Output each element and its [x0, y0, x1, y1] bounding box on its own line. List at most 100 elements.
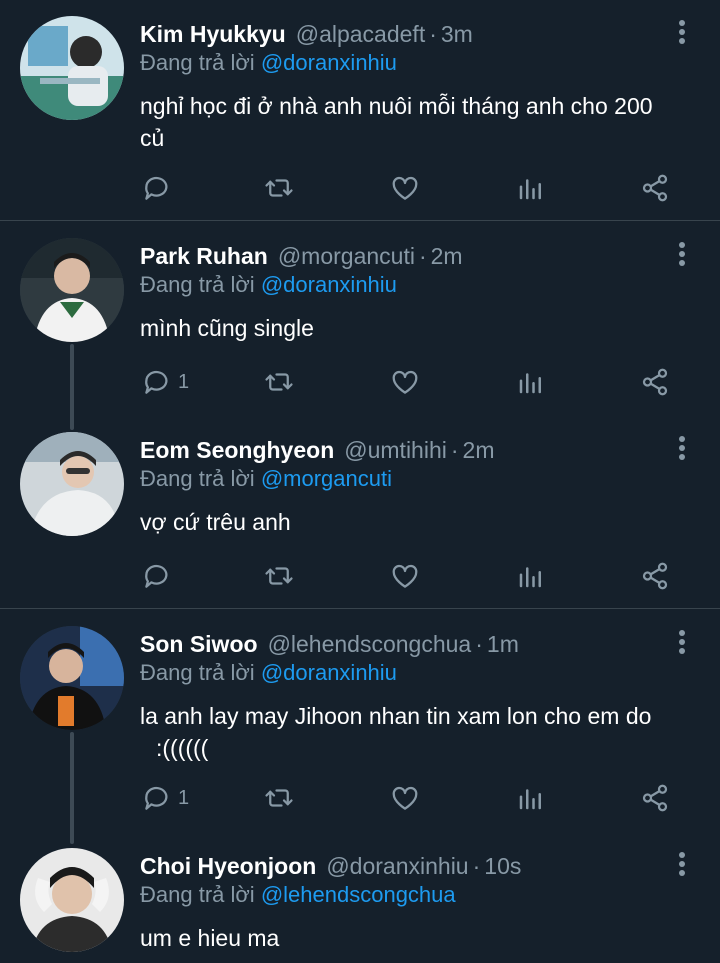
- timestamp[interactable]: 10s: [484, 853, 521, 880]
- avatar[interactable]: [20, 432, 124, 536]
- like-button[interactable]: [390, 362, 420, 402]
- share-button[interactable]: [640, 168, 670, 208]
- reply-icon: [142, 783, 172, 813]
- divider: [0, 608, 720, 609]
- tweet-3[interactable]: Eom Seonghyeon @umtihihi · 2m Đang trả l…: [0, 432, 720, 608]
- separator-dot: ·: [418, 242, 427, 269]
- author-name[interactable]: Choi Hyeonjoon: [140, 853, 316, 880]
- timestamp[interactable]: 2m: [463, 437, 495, 464]
- retweet-icon: [264, 561, 294, 591]
- tweet-2[interactable]: Park Ruhan @morgancuti · 2m Đang trả lời…: [0, 238, 720, 398]
- author-handle[interactable]: @doranxinhiu: [326, 853, 468, 880]
- separator-dot: ·: [475, 630, 483, 657]
- tweet-5[interactable]: Choi Hyeonjoon @doranxinhiu · 10s Đang t…: [0, 848, 720, 963]
- mention-link[interactable]: @doranxinhiu: [261, 272, 397, 297]
- tweet-text: mình cũng single: [140, 312, 690, 344]
- like-button[interactable]: [390, 168, 420, 208]
- more-vertical-icon[interactable]: [674, 852, 690, 880]
- avatar[interactable]: [20, 626, 124, 730]
- like-button[interactable]: [390, 778, 420, 818]
- more-vertical-icon[interactable]: [674, 242, 690, 270]
- tweet-1[interactable]: Kim Hyukkyu @alpacadeft · 3m Đang trả lờ…: [0, 16, 720, 220]
- author-handle[interactable]: @morgancuti: [278, 243, 415, 270]
- replying-to: Đang trả lời @doranxinhiu: [140, 272, 397, 298]
- author-name[interactable]: Eom Seonghyeon: [140, 437, 334, 464]
- separator-dot: ·: [450, 436, 459, 463]
- author-handle[interactable]: @umtihihi: [344, 437, 447, 464]
- reply-count: 1: [178, 786, 190, 809]
- retweet-button[interactable]: [264, 168, 294, 208]
- reply-count: 1: [178, 370, 190, 393]
- replying-prefix: Đang trả lời: [140, 660, 255, 685]
- replying-prefix: Đang trả lời: [140, 882, 255, 907]
- reply-icon: [142, 367, 172, 397]
- heart-icon: [390, 173, 420, 203]
- more-vertical-icon[interactable]: [674, 630, 690, 658]
- tweet-4[interactable]: Son Siwoo @lehendscongchua · 1m Đang trả…: [0, 626, 720, 826]
- author-handle[interactable]: @alpacadeft: [296, 21, 426, 48]
- more-vertical-icon[interactable]: [674, 436, 690, 464]
- share-icon: [640, 561, 670, 591]
- heart-icon: [390, 561, 420, 591]
- heart-icon: [390, 367, 420, 397]
- reply-button[interactable]: [142, 168, 172, 208]
- tweet-text-line: vợ cứ trêu anh: [140, 509, 291, 535]
- action-bar: [0, 556, 720, 596]
- stats-icon: [516, 783, 546, 813]
- avatar[interactable]: [20, 16, 124, 120]
- replying-to: Đang trả lời @doranxinhiu: [140, 50, 397, 76]
- tweet-text-line: mình cũng single: [140, 315, 314, 341]
- mention-link[interactable]: @doranxinhiu: [261, 50, 397, 75]
- tweet-text-line: nghỉ học đi ở nhà anh nuôi mỗi tháng anh…: [140, 93, 653, 119]
- heart-icon: [390, 783, 420, 813]
- retweet-icon: [264, 783, 294, 813]
- author-name[interactable]: Park Ruhan: [140, 243, 268, 270]
- separator-dot: ·: [472, 852, 481, 879]
- replying-to: Đang trả lời @doranxinhiu: [140, 660, 397, 686]
- replying-prefix: Đang trả lời: [140, 466, 255, 491]
- stats-button[interactable]: [516, 168, 546, 208]
- replying-to: Đang trả lời @lehendscongchua: [140, 882, 456, 908]
- reply-button[interactable]: 1: [142, 778, 189, 818]
- timestamp[interactable]: 3m: [441, 21, 473, 48]
- like-button[interactable]: [390, 556, 420, 596]
- reply-button[interactable]: 1: [142, 362, 189, 402]
- author-name[interactable]: Son Siwoo: [140, 631, 258, 658]
- share-button[interactable]: [640, 778, 670, 818]
- reply-button[interactable]: [142, 556, 172, 596]
- stats-icon: [516, 561, 546, 591]
- action-bar: 1: [0, 778, 720, 818]
- reply-icon: [142, 173, 172, 203]
- timestamp[interactable]: 1m: [487, 631, 519, 658]
- stats-icon: [516, 173, 546, 203]
- tweet-text-line: um e hieu ma: [140, 925, 280, 951]
- replying-prefix: Đang trả lời: [140, 272, 255, 297]
- avatar[interactable]: [20, 238, 124, 342]
- stats-button[interactable]: [516, 778, 546, 818]
- reply-icon: [142, 561, 172, 591]
- mention-link[interactable]: @morgancuti: [261, 466, 392, 491]
- replying-prefix: Đang trả lời: [140, 50, 255, 75]
- retweet-button[interactable]: [264, 778, 294, 818]
- action-bar: 1: [0, 362, 720, 402]
- author-handle[interactable]: @lehendscongchua: [268, 631, 472, 658]
- stats-button[interactable]: [516, 362, 546, 402]
- timestamp[interactable]: 2m: [431, 243, 463, 270]
- avatar[interactable]: [20, 848, 124, 952]
- share-icon: [640, 783, 670, 813]
- author-name[interactable]: Kim Hyukkyu: [140, 21, 286, 48]
- stats-button[interactable]: [516, 556, 546, 596]
- more-vertical-icon[interactable]: [674, 20, 690, 48]
- retweet-icon: [264, 173, 294, 203]
- tweet-text-line: :((((((: [156, 735, 209, 761]
- share-icon: [640, 173, 670, 203]
- share-button[interactable]: [640, 362, 670, 402]
- retweet-icon: [264, 367, 294, 397]
- mention-link[interactable]: @doranxinhiu: [261, 660, 397, 685]
- retweet-button[interactable]: [264, 556, 294, 596]
- share-icon: [640, 367, 670, 397]
- replying-to: Đang trả lời @morgancuti: [140, 466, 392, 492]
- retweet-button[interactable]: [264, 362, 294, 402]
- share-button[interactable]: [640, 556, 670, 596]
- mention-link[interactable]: @lehendscongchua: [261, 882, 456, 907]
